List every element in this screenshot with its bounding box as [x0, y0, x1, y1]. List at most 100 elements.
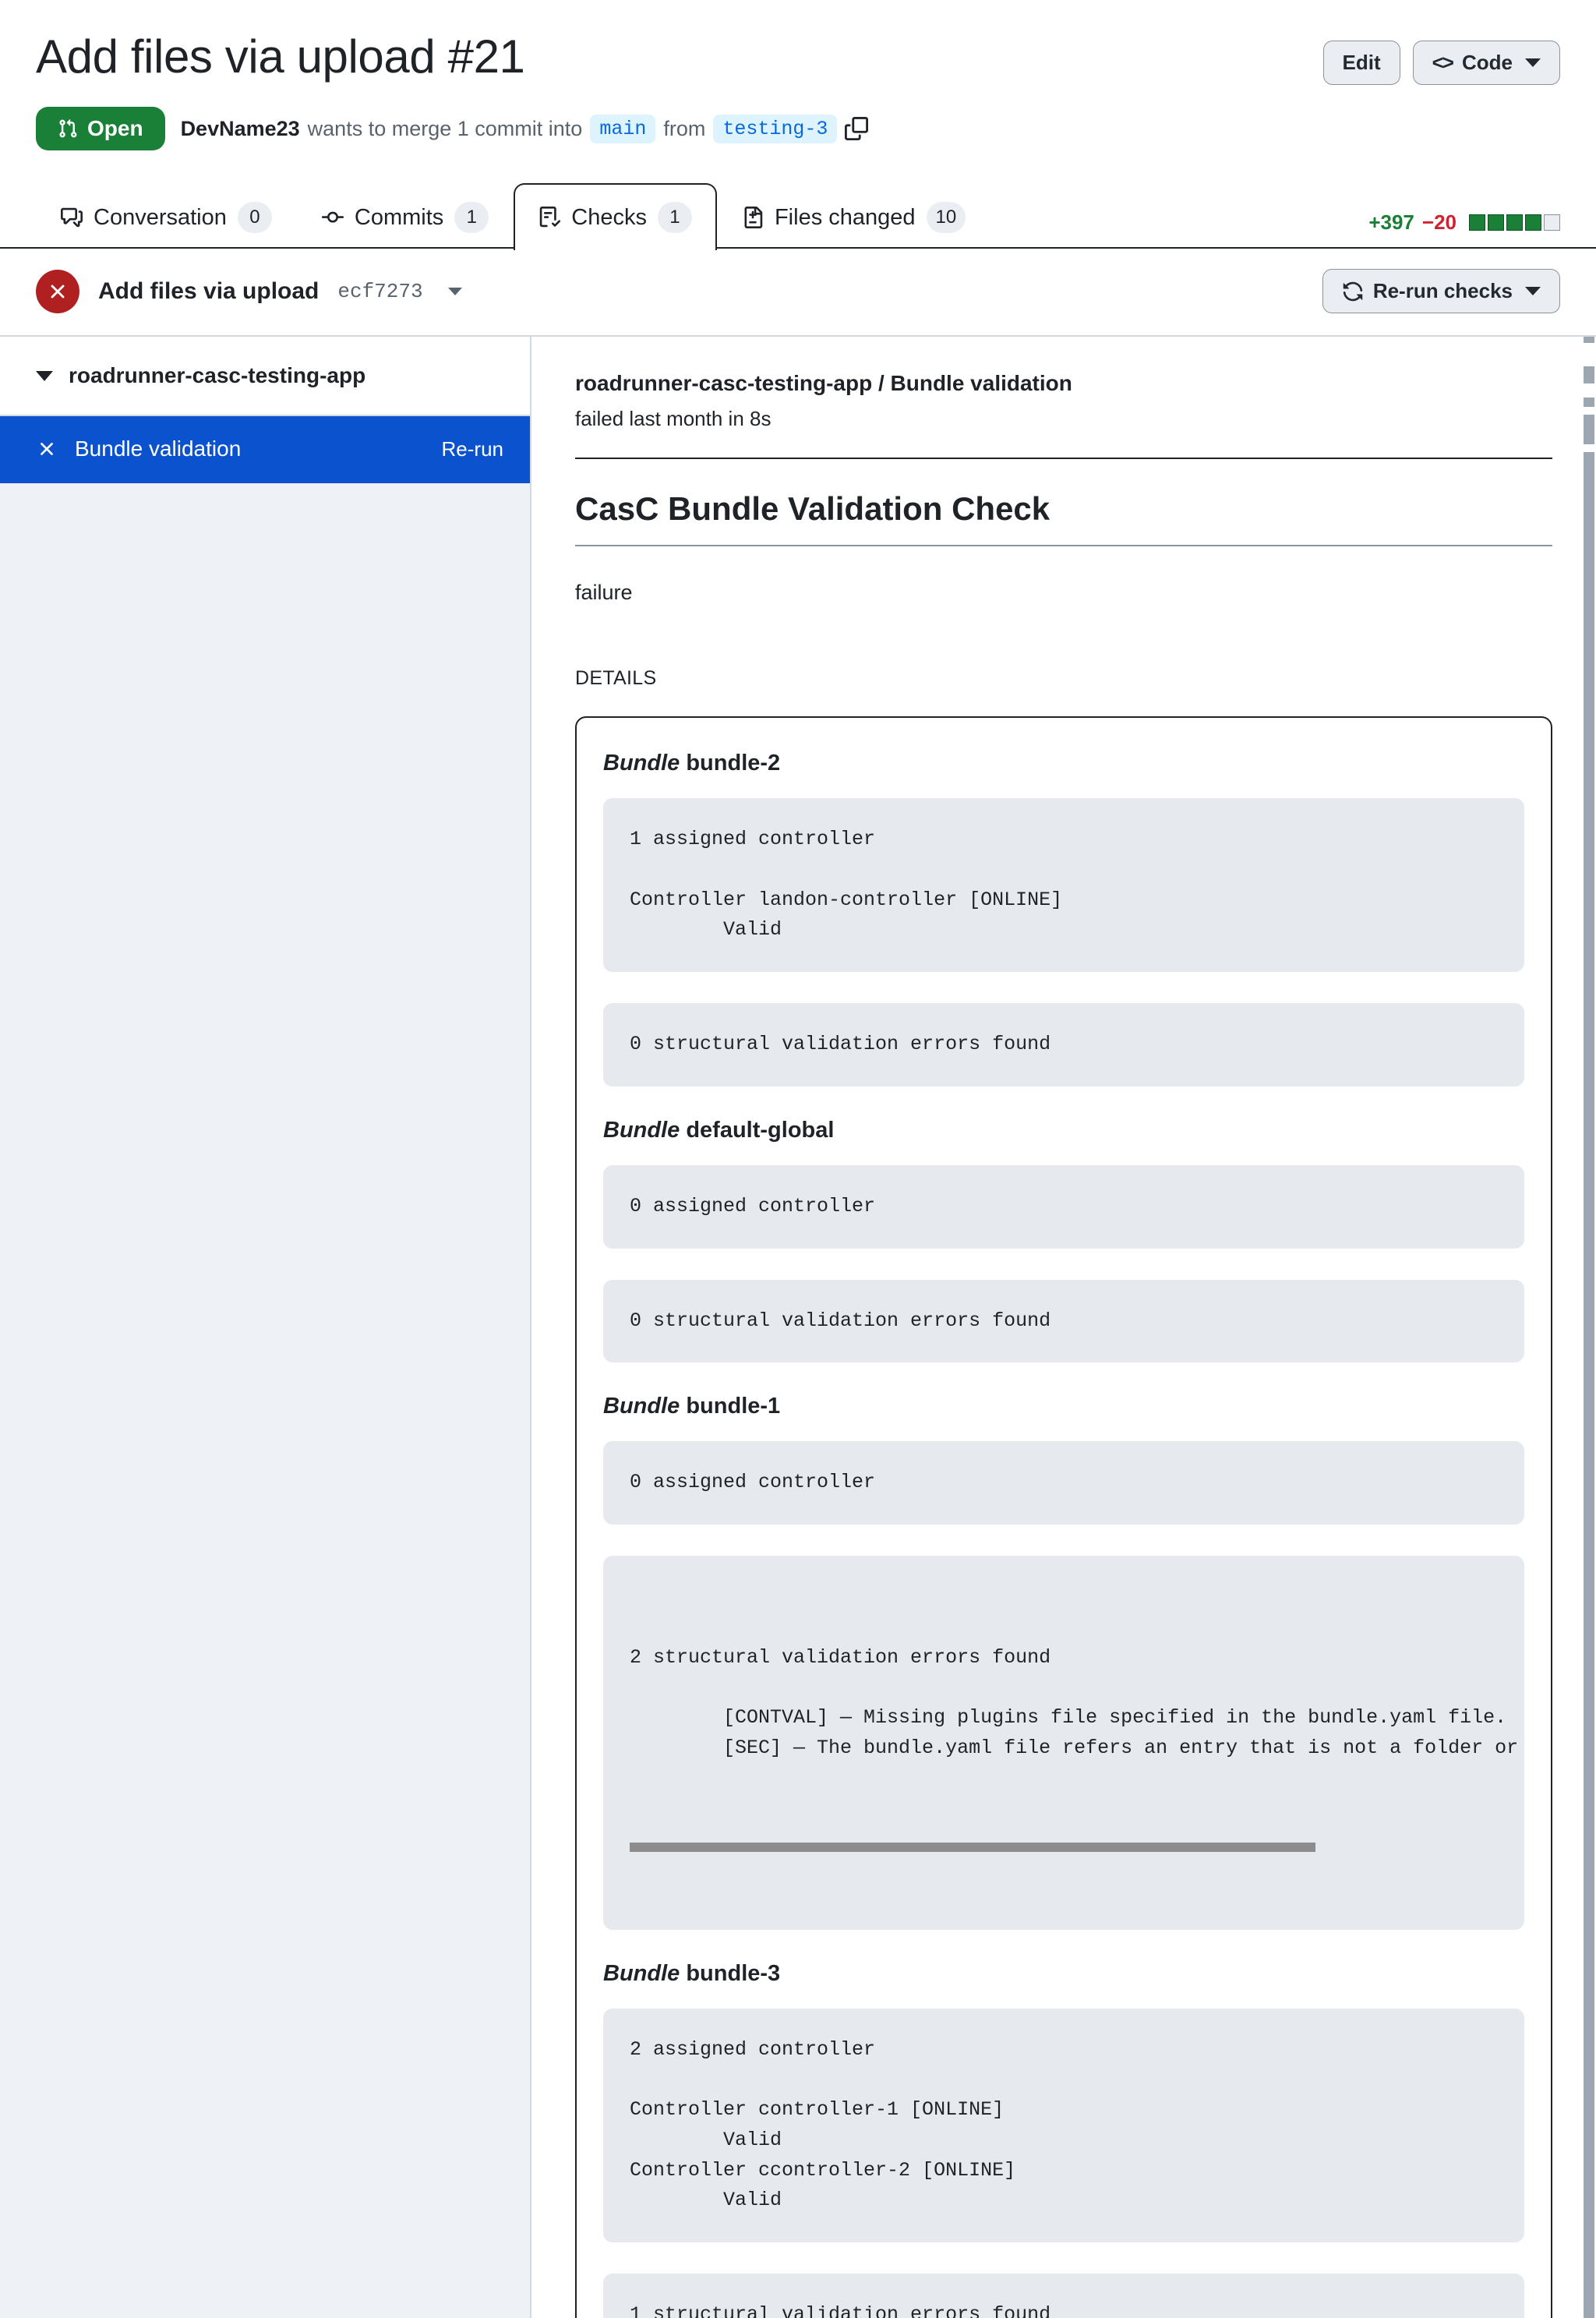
- pr-status-line: Open DevName23 wants to merge 1 commit i…: [36, 107, 1560, 150]
- code-button-label: Code: [1462, 51, 1513, 74]
- breadcrumb: roadrunner-casc-testing-app / Bundle val…: [575, 371, 1072, 395]
- tab-conversation-label: Conversation: [94, 204, 227, 230]
- chevron-down-icon[interactable]: [447, 287, 462, 295]
- checklist-icon: [540, 207, 561, 228]
- panel-scrollbar-mark: [1584, 398, 1594, 407]
- checks-body: roadrunner-casc-testing-app Bundle valid…: [0, 337, 1596, 2318]
- chevron-down-icon: [1525, 58, 1541, 67]
- chevron-down-icon: [1525, 287, 1541, 295]
- bundle-name: bundle-2: [686, 751, 781, 776]
- merge-summary: DevName23 wants to merge 1 commit into m…: [180, 114, 869, 143]
- divider-thin: [575, 545, 1552, 546]
- edit-button[interactable]: Edit: [1322, 41, 1400, 85]
- bundle-output-block: 1 assigned controller Controller landon-…: [603, 798, 1524, 972]
- tab-files-changed-label: Files changed: [774, 204, 916, 230]
- commit-icon: [321, 211, 344, 223]
- x-circle-icon: [36, 269, 79, 313]
- code-button[interactable]: <> Code: [1412, 41, 1560, 85]
- file-diff-icon: [744, 207, 763, 228]
- check-details-box: Bundle bundle-2 1 assigned controller Co…: [575, 716, 1552, 2318]
- bundle-output-block-scrollable[interactable]: 2 structural validation errors found [CO…: [603, 1556, 1524, 1930]
- sync-icon: [1343, 281, 1363, 301]
- tab-conversation-count: 0: [237, 202, 272, 233]
- tab-commits-label: Commits: [354, 204, 444, 230]
- pull-request-icon: [59, 118, 77, 138]
- bundle-heading: Bundle bundle-1: [603, 1394, 1524, 1419]
- check-detail-panel: roadrunner-casc-testing-app / Bundle val…: [531, 337, 1596, 2318]
- merge-text-1: wants to merge 1 commit into: [307, 116, 583, 140]
- copy-icon[interactable]: [845, 117, 869, 140]
- panel-scrollbar-track[interactable]: [1582, 337, 1596, 2318]
- bundle-heading: Bundle default-global: [603, 1118, 1524, 1143]
- tab-conversation[interactable]: Conversation 0: [36, 183, 297, 250]
- comment-icon: [61, 207, 83, 228]
- sidebar-item-main: Bundle validation: [36, 436, 241, 461]
- bundle-label: Bundle: [603, 1394, 680, 1419]
- bundle-output-block: 0 structural validation errors found: [603, 1003, 1524, 1087]
- panel-scrollbar-thumb[interactable]: [1584, 452, 1594, 2318]
- tab-commits[interactable]: Commits 1: [297, 183, 514, 250]
- diffstat-additions: +397: [1368, 210, 1414, 234]
- page-title: Add files via upload #21: [36, 30, 525, 83]
- commit-sha[interactable]: ecf7273: [337, 280, 422, 303]
- edit-button-label: Edit: [1342, 51, 1381, 74]
- bundle-label: Bundle: [603, 751, 680, 776]
- bundle-name: bundle-1: [686, 1394, 781, 1419]
- code-brackets-icon: <>: [1432, 51, 1454, 74]
- x-icon: [41, 443, 53, 455]
- panel-scrollbar-mark: [1584, 366, 1594, 383]
- sidebar-item-bundle-validation[interactable]: Bundle validation Re-run: [0, 416, 530, 483]
- sidebar-repo-row[interactable]: roadrunner-casc-testing-app: [0, 337, 530, 416]
- bundle-label: Bundle: [603, 1117, 680, 1143]
- bundle-heading: Bundle bundle-2: [603, 751, 1524, 776]
- check-summary-bar: Add files via upload ecf7273 Re-run chec…: [0, 249, 1596, 337]
- check-conclusion: failure: [575, 581, 633, 604]
- sidebar-item-rerun-link[interactable]: Re-run: [442, 437, 503, 461]
- sidebar-item-label: Bundle validation: [75, 436, 242, 461]
- sidebar-repo-label: roadrunner-casc-testing-app: [69, 363, 366, 387]
- tab-checks[interactable]: Checks 1: [514, 183, 717, 250]
- status-badge: Open: [36, 107, 165, 150]
- rerun-checks-label: Re-run checks: [1372, 279, 1513, 302]
- tab-checks-count: 1: [657, 202, 692, 233]
- horizontal-scrollbar[interactable]: [630, 1843, 1316, 1852]
- status-badge-label: Open: [87, 116, 143, 140]
- bundle-name: bundle-3: [686, 1960, 781, 1986]
- header-actions: Edit <> Code: [1322, 30, 1560, 85]
- pr-title-row: Add files via upload #21 Edit <> Code: [36, 30, 1560, 85]
- check-summary-left: Add files via upload ecf7273: [36, 269, 462, 313]
- rerun-checks-button[interactable]: Re-run checks: [1322, 269, 1560, 313]
- diffstat-deletions: −20: [1421, 210, 1457, 234]
- bundle-heading: Bundle bundle-3: [603, 1961, 1524, 1987]
- bundle-label: Bundle: [603, 1960, 680, 1986]
- chevron-down-icon: [36, 370, 53, 381]
- check-run-subtitle: failed last month in 8s: [575, 407, 772, 430]
- head-branch-chip[interactable]: testing-3: [713, 114, 838, 143]
- checks-sidebar: roadrunner-casc-testing-app Bundle valid…: [0, 337, 531, 2318]
- bundle-output-block: 1 structural validation errors found [AP…: [603, 2274, 1524, 2318]
- bundle-output-block: 0 assigned controller: [603, 1441, 1524, 1525]
- pr-author: DevName23: [180, 116, 300, 140]
- bundle-output-block: 0 assigned controller: [603, 1164, 1524, 1249]
- diffstat-blocks: [1469, 214, 1560, 231]
- bundle-output-block: 2 assigned controller Controller control…: [603, 2008, 1524, 2242]
- checks-page: Add files via upload #21 Edit <> Code Op…: [0, 0, 1596, 2318]
- tab-files-changed[interactable]: Files changed 10: [717, 183, 990, 250]
- pr-tabs: Conversation 0 Commits 1 Checks 1 Files …: [0, 182, 1596, 250]
- sidebar-empty-area: [0, 483, 530, 2318]
- tab-files-changed-count: 10: [926, 202, 966, 233]
- details-label: DETAILS: [575, 667, 657, 689]
- pull-request-header: Add files via upload #21 Edit <> Code Op…: [0, 0, 1596, 150]
- base-branch-chip[interactable]: main: [590, 114, 656, 143]
- diffstat: +397 −20: [1358, 210, 1560, 235]
- panel-scrollbar-mark: [1584, 337, 1594, 343]
- bundle-output-text: 2 structural validation errors found [CO…: [630, 1645, 1519, 1759]
- merge-text-2: from: [663, 116, 706, 140]
- check-heading: CasC Bundle Validation Check: [575, 490, 1050, 527]
- bundle-name: default-global: [686, 1117, 835, 1143]
- panel-scrollbar-mark: [1584, 415, 1594, 444]
- divider: [575, 458, 1552, 459]
- tab-commits-count: 1: [454, 202, 489, 233]
- tabs-list: Conversation 0 Commits 1 Checks 1 Files …: [36, 182, 1560, 250]
- check-commit-title: Add files via upload: [98, 277, 320, 304]
